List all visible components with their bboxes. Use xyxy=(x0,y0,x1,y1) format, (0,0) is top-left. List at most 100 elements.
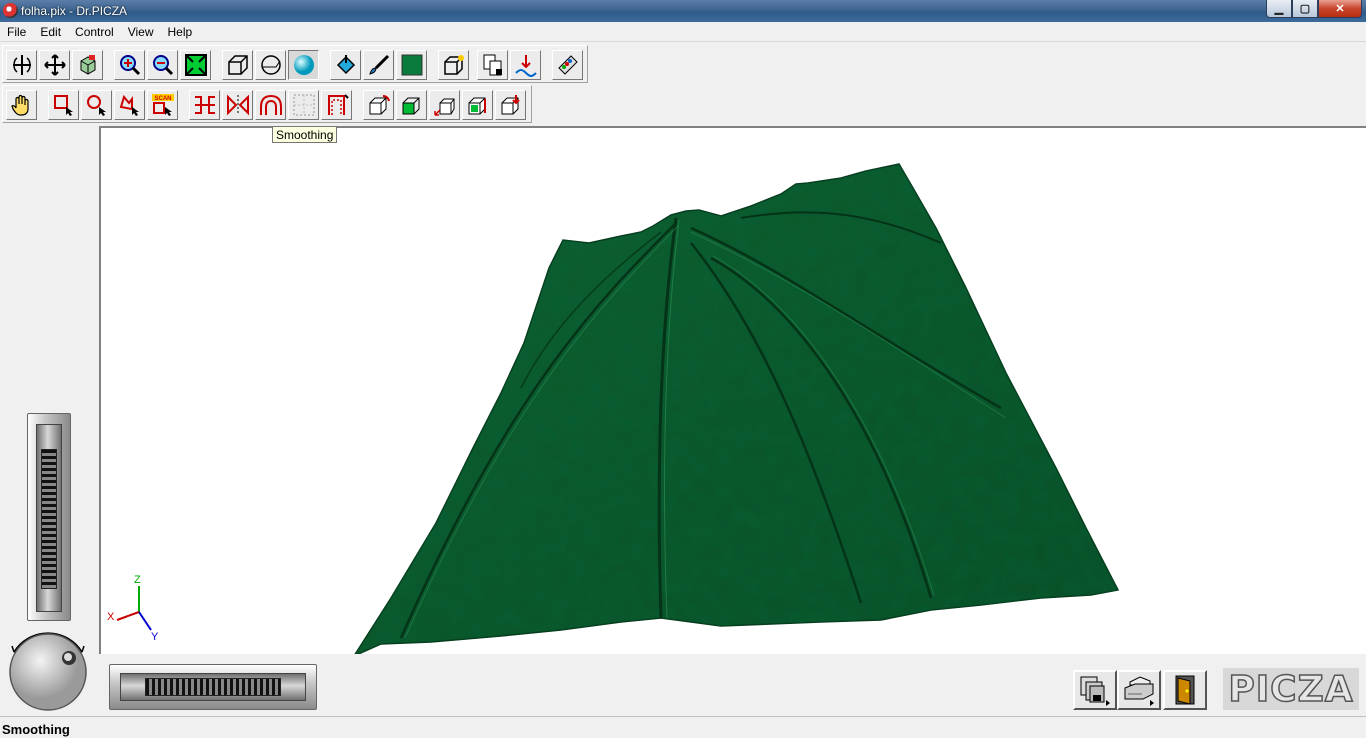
rect-select-button[interactable] xyxy=(48,90,79,120)
crop-button[interactable] xyxy=(321,90,352,120)
menu-control[interactable]: Control xyxy=(68,25,121,39)
wireframe-icon xyxy=(227,55,248,75)
main-toolbar xyxy=(2,45,588,83)
box-fill-icon xyxy=(402,97,419,115)
title-bar: folha.pix - Dr.PICZA ▁ ▢ ✕ xyxy=(0,0,1366,22)
wireframe-button[interactable] xyxy=(222,50,253,80)
box-fill-button[interactable] xyxy=(396,90,427,120)
print-button[interactable] xyxy=(1117,670,1161,710)
grid-button[interactable] xyxy=(288,90,319,120)
menu-file[interactable]: File xyxy=(0,25,33,39)
leaf-surface xyxy=(354,163,1120,654)
exit-door-icon xyxy=(1175,675,1195,705)
move-button[interactable] xyxy=(39,50,70,80)
box-rotate-button[interactable] xyxy=(363,90,394,120)
copy-icon xyxy=(483,54,502,76)
circle-select-button[interactable] xyxy=(81,90,112,120)
vertical-slider-grip[interactable] xyxy=(41,449,57,589)
rotation-knob[interactable] xyxy=(6,628,90,712)
app-icon xyxy=(3,3,18,18)
fit-view-icon xyxy=(184,54,207,76)
toolbar-area: SCAN xyxy=(0,41,1366,125)
lasso-select-icon xyxy=(119,94,139,116)
horizontal-slider[interactable] xyxy=(109,664,317,710)
circle-select-icon xyxy=(86,95,106,116)
box-export-icon xyxy=(501,95,520,115)
scan-area-button[interactable]: SCAN xyxy=(147,90,178,120)
cut-button[interactable] xyxy=(189,90,220,120)
print-icon xyxy=(1124,676,1154,706)
3d-viewport[interactable]: Z X Y xyxy=(99,126,1366,654)
exit-button[interactable] xyxy=(1163,670,1207,710)
cut-icon xyxy=(194,96,215,114)
brush-icon xyxy=(368,54,389,75)
leaf-surface-render: Z X Y xyxy=(107,163,1120,654)
menu-view[interactable]: View xyxy=(121,25,161,39)
scan-icon xyxy=(514,55,537,77)
scan-area-icon: SCAN xyxy=(151,94,174,116)
rotate-icon xyxy=(12,55,31,75)
mirror-icon xyxy=(226,94,249,116)
color-swatch-button[interactable] xyxy=(396,50,427,80)
box-scale-icon xyxy=(433,98,454,116)
menu-help[interactable]: Help xyxy=(161,25,200,39)
z-axis-label: Z xyxy=(134,574,141,586)
status-bar: Smoothing xyxy=(0,716,1366,738)
copy-button[interactable] xyxy=(477,50,508,80)
box-select-button[interactable] xyxy=(438,50,469,80)
status-text: Smoothing xyxy=(2,722,70,737)
hand-button[interactable] xyxy=(6,90,37,120)
zoom-in-icon xyxy=(119,55,140,76)
rotate-button[interactable] xyxy=(6,50,37,80)
grid-icon xyxy=(293,94,314,116)
palette-button[interactable] xyxy=(552,50,583,80)
save-button[interactable] xyxy=(1073,670,1117,710)
scan-button[interactable] xyxy=(510,50,541,80)
brush-button[interactable] xyxy=(363,50,394,80)
window-controls: ▁ ▢ ✕ xyxy=(1266,0,1362,18)
lasso-select-button[interactable] xyxy=(114,90,145,120)
move-icon xyxy=(43,54,66,76)
y-axis-label: Y xyxy=(151,631,159,643)
horizontal-slider-grip[interactable] xyxy=(145,678,281,696)
smoothing-icon xyxy=(259,94,282,115)
fit-view-button[interactable] xyxy=(180,50,211,80)
maximize-button[interactable]: ▢ xyxy=(1292,0,1318,18)
axis-indicator: Z X Y xyxy=(107,574,159,643)
menu-edit[interactable]: Edit xyxy=(33,25,68,39)
paint-bucket-button[interactable] xyxy=(330,50,361,80)
menu-bar: File Edit Control View Help xyxy=(0,22,1366,41)
selection-toolbar: SCAN xyxy=(2,85,532,123)
shaded-sphere-icon xyxy=(293,55,314,75)
mesh-sphere-button[interactable] xyxy=(255,50,286,80)
box-export-button[interactable] xyxy=(495,90,526,120)
zoom-out-icon xyxy=(152,55,173,76)
scan-label: SCAN xyxy=(154,96,171,102)
picza-logo: PICZA xyxy=(1223,668,1359,710)
bottom-bar: PICZA xyxy=(99,654,1366,716)
tooltip: Smoothing xyxy=(272,126,338,143)
color-swatch-icon xyxy=(401,54,422,76)
box-select-icon xyxy=(443,55,464,75)
mesh-sphere-icon xyxy=(260,55,281,75)
vertical-slider[interactable] xyxy=(27,413,71,621)
mirror-button[interactable] xyxy=(222,90,253,120)
x-axis-label: X xyxy=(107,611,115,623)
palette-icon xyxy=(557,55,578,75)
horizontal-slider-track xyxy=(120,673,306,701)
minimize-button[interactable]: ▁ xyxy=(1266,0,1292,18)
box-scale-button[interactable] xyxy=(429,90,460,120)
close-button[interactable]: ✕ xyxy=(1318,0,1362,18)
paint-bucket-icon xyxy=(336,55,355,75)
vertical-slider-track xyxy=(36,424,62,612)
box-split-button[interactable] xyxy=(462,90,493,120)
smoothing-button[interactable] xyxy=(255,90,286,120)
cube-button[interactable] xyxy=(72,50,103,80)
crop-icon xyxy=(327,94,349,115)
zoom-out-button[interactable] xyxy=(147,50,178,80)
hand-icon xyxy=(10,94,29,116)
cube-icon xyxy=(80,55,95,75)
zoom-in-button[interactable] xyxy=(114,50,145,80)
save-icon xyxy=(1080,676,1110,706)
shaded-sphere-button[interactable] xyxy=(288,50,319,80)
